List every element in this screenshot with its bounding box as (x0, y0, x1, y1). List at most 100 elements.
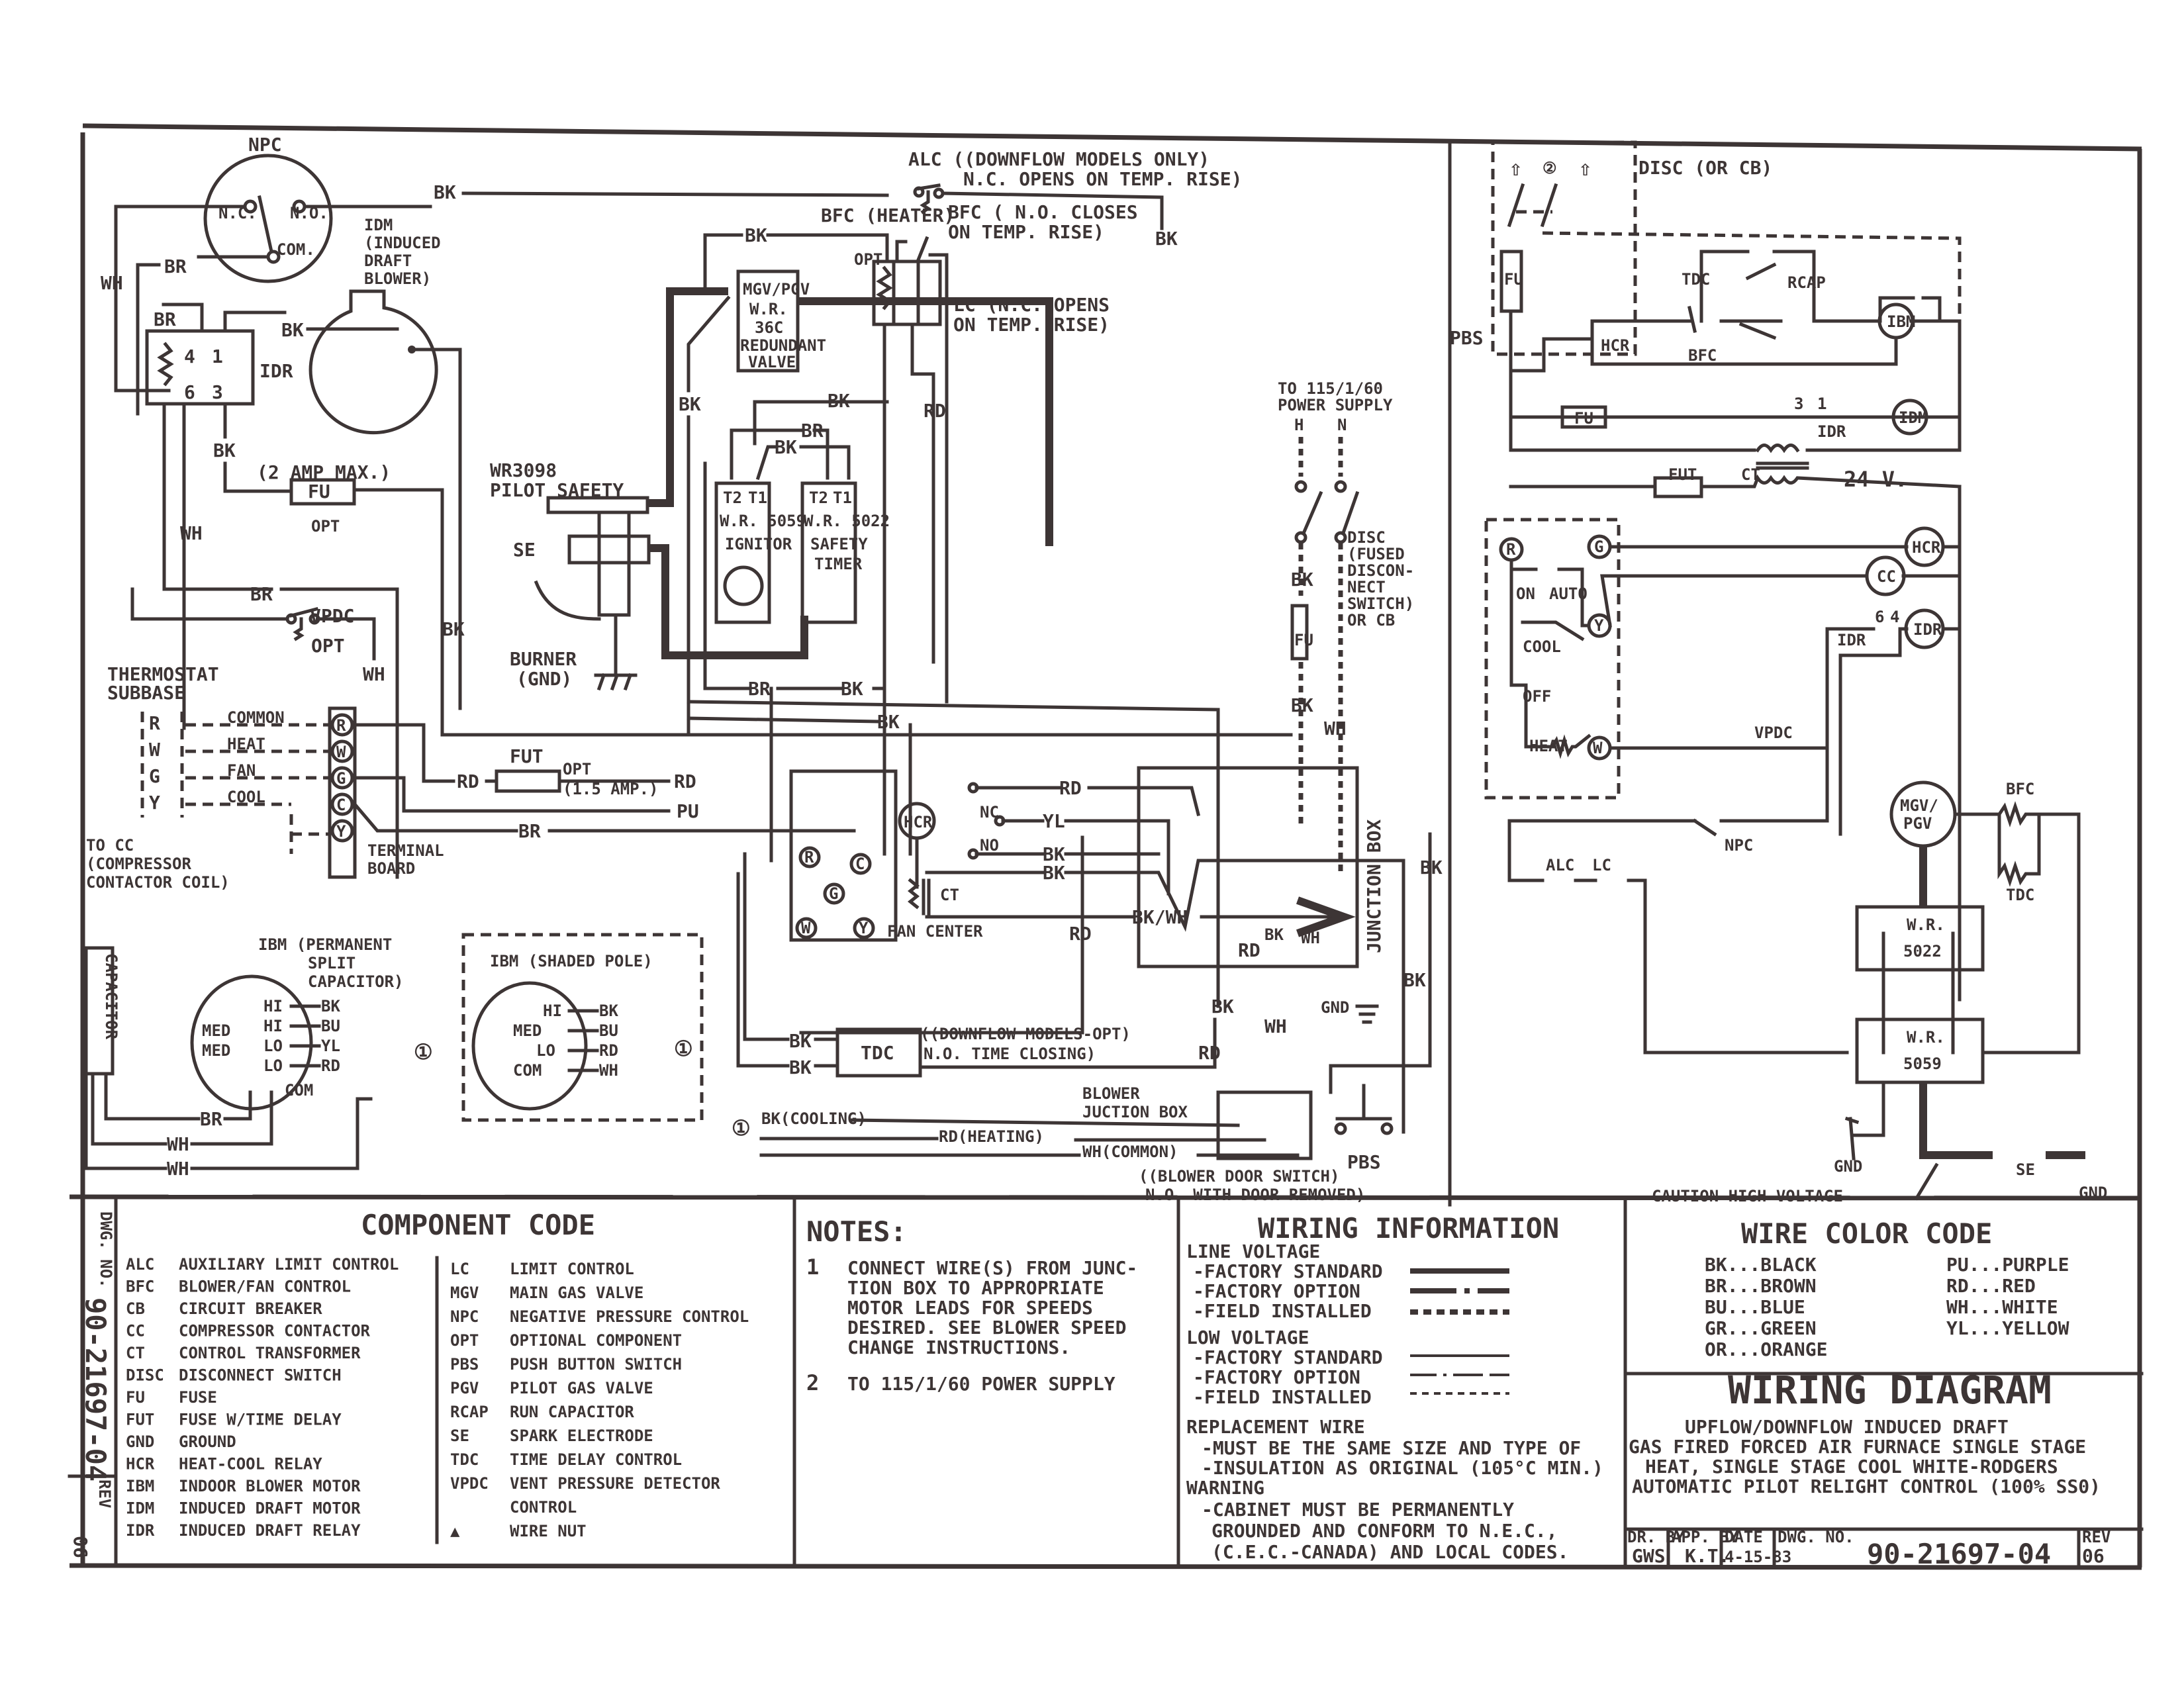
wire-color-code-panel: WIRE COLOR CODE BK...BLACKBR...BROWNBU..… (1705, 1217, 2069, 1360)
svg-text:-FACTORY STANDARD: -FACTORY STANDARD (1193, 1260, 1383, 1282)
component-code: PGV (450, 1379, 479, 1397)
svg-text:6: 6 (1875, 608, 1884, 626)
svg-text:FU: FU (1504, 270, 1523, 289)
svg-text:(GND): (GND) (516, 668, 572, 690)
component-code: IDR (126, 1521, 155, 1540)
svg-text:(C.E.C.-CANADA) AND LOCAL CODE: (C.E.C.-CANADA) AND LOCAL CODES. (1211, 1541, 1568, 1563)
svg-text:RD: RD (1059, 777, 1082, 799)
svg-text:PBS: PBS (1450, 327, 1484, 349)
svg-text:DATE: DATE (1725, 1528, 1763, 1546)
svg-text:①: ① (674, 1036, 693, 1061)
component-code-panel: COMPONENT CODE ALC AUXILIARY LIMIT CONTRO… (126, 1209, 749, 1544)
svg-text:G: G (1594, 538, 1603, 556)
svg-text:H: H (1294, 416, 1304, 434)
svg-text:BR: BR (200, 1108, 222, 1130)
svg-text:90-21697-04: 90-21697-04 (79, 1297, 112, 1481)
svg-text:HCR: HCR (904, 813, 933, 831)
svg-text:FAN CENTER: FAN CENTER (887, 922, 983, 941)
vpdc-switch-opt: VPDC OPT (130, 587, 354, 657)
component-description: FUSE (179, 1388, 217, 1407)
svg-text:LO: LO (263, 1056, 283, 1075)
svg-text:BK: BK (213, 440, 236, 461)
svg-text:T2: T2 (809, 489, 828, 507)
component-description: LIMIT CONTROL (510, 1260, 634, 1278)
component-description: FUSE W/TIME DELAY (179, 1411, 342, 1429)
svg-text:WH: WH (363, 663, 385, 685)
svg-text:HEAT, SINGLE STAGE COOL WHITE-: HEAT, SINGLE STAGE COOL WHITE-RODGERS (1645, 1456, 2058, 1478)
component-code: ▲ (450, 1522, 460, 1540)
svg-text:BK: BK (775, 436, 797, 458)
wire-color-entry: BU...BLUE (1705, 1296, 1805, 1318)
svg-text:W.R.: W.R. (1907, 915, 1945, 934)
svg-text:SUBBASE: SUBBASE (107, 682, 185, 704)
svg-text:BK: BK (679, 393, 701, 415)
component-code: TDC (450, 1450, 479, 1469)
ibm-permanent-split-capacitor: IBM (PERMANENT SPLIT CAPACITOR) MED MED … (190, 935, 433, 1111)
component-code: PBS (450, 1355, 479, 1374)
svg-text:4: 4 (184, 346, 195, 367)
svg-text:T1: T1 (748, 489, 767, 507)
title-block: WIRING DIAGRAM UPFLOW/DOWNFLOW INDUCED D… (1627, 1368, 2111, 1570)
svg-text:CAPACITOR: CAPACITOR (102, 953, 120, 1040)
svg-text:LO: LO (536, 1041, 555, 1060)
component-code: DISC (126, 1366, 164, 1385)
svg-text:MED: MED (202, 1021, 230, 1040)
svg-text:Y: Y (1594, 616, 1604, 635)
component-code: MGV (450, 1284, 479, 1302)
svg-text:BFC (HEATER): BFC (HEATER) (821, 205, 955, 226)
svg-text:C: C (336, 796, 346, 814)
svg-text:ON: ON (1516, 585, 1535, 603)
svg-text:LC: LC (1592, 856, 1611, 874)
svg-text:BK: BK (841, 678, 863, 700)
svg-text:RD: RD (924, 400, 946, 422)
svg-text:BR: BR (164, 256, 187, 277)
component-description: WIRE NUT (510, 1522, 587, 1540)
svg-text:CC: CC (1877, 567, 1896, 586)
svg-text:W.R.: W.R. (1907, 1028, 1945, 1047)
svg-text:BK: BK (321, 997, 340, 1015)
svg-text:RD: RD (1238, 939, 1260, 961)
svg-text:CAUTION-HIGH VOLTAGE: CAUTION-HIGH VOLTAGE (1652, 1187, 1843, 1205)
svg-text:6: 6 (184, 381, 195, 403)
note-line: DESIRED. SEE BLOWER SPEED (847, 1317, 1126, 1338)
svg-text:REPLACEMENT WIRE: REPLACEMENT WIRE (1186, 1416, 1365, 1438)
note-line: MOTOR LEADS FOR SPEEDS (847, 1297, 1093, 1319)
component-description: PUSH BUTTON SWITCH (510, 1355, 682, 1374)
idm-motor: IDM (INDUCED DRAFT BLOWER) (309, 216, 441, 435)
svg-text:5022: 5022 (1903, 942, 1942, 961)
note-line: CHANGE INSTRUCTIONS. (847, 1337, 1070, 1358)
wire-color-entry: BR...BROWN (1705, 1275, 1817, 1297)
svg-text:VALVE: VALVE (748, 353, 796, 371)
component-description: SPARK ELECTRODE (510, 1427, 653, 1445)
svg-text:OPT: OPT (311, 517, 340, 536)
svg-text:-FACTORY OPTION: -FACTORY OPTION (1193, 1366, 1360, 1388)
svg-text:W: W (336, 743, 346, 761)
svg-text:NO: NO (980, 836, 999, 855)
svg-text:UPFLOW/DOWNFLOW INDUCED DRAFT: UPFLOW/DOWNFLOW INDUCED DRAFT (1685, 1416, 2009, 1438)
svg-text:OPT: OPT (563, 760, 591, 778)
note-line: TION BOX TO APPROPRIATE (847, 1277, 1104, 1299)
idr-relay: 4 1 6 3 IDR (145, 329, 293, 406)
svg-text:JUNCTION BOX: JUNCTION BOX (1363, 820, 1385, 953)
component-description: CONTROL (510, 1498, 577, 1517)
svg-text:REV: REV (95, 1479, 114, 1508)
disc-fused-switch: DISC (FUSED DISCON- NECT SWITCH) OR CB F… (1290, 437, 1414, 661)
svg-text:HI: HI (543, 1002, 562, 1020)
svg-text:WH: WH (1324, 718, 1347, 739)
component-description: COMPRESSOR CONTACTOR (179, 1322, 371, 1340)
component-code: LC (450, 1260, 469, 1278)
svg-text:TDC: TDC (1682, 270, 1710, 289)
component-description: VENT PRESSURE DETECTOR (510, 1474, 720, 1493)
svg-text:⇧: ⇧ (1509, 156, 1522, 181)
svg-text:HCR: HCR (1601, 336, 1630, 355)
svg-text:SE: SE (513, 539, 536, 561)
svg-text:R: R (1506, 540, 1516, 559)
component-description: INDUCED DRAFT RELAY (179, 1521, 361, 1540)
component-code: RCAP (450, 1403, 489, 1421)
component-description: AUXILIARY LIMIT CONTROL (179, 1255, 399, 1274)
svg-text:-CABINET MUST BE PERMANENTLY: -CABINET MUST BE PERMANENTLY (1202, 1499, 1514, 1521)
component-description: INDUCED DRAFT MOTOR (179, 1499, 361, 1518)
svg-text:W: W (149, 739, 160, 761)
svg-text:R: R (336, 716, 346, 735)
wr5059-ignitor: T2 T1 W.R. 5059 IGNITOR (714, 481, 806, 624)
